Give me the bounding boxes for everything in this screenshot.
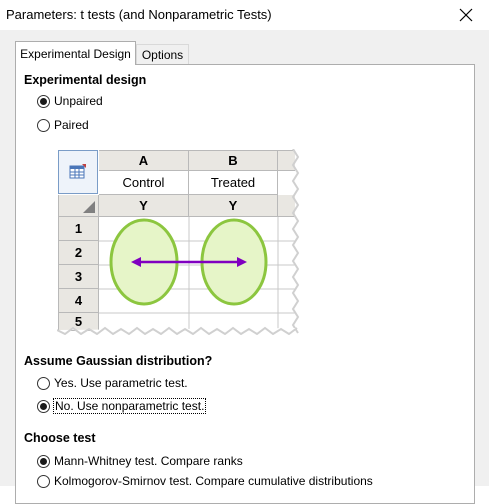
title-bar: Parameters: t tests (and Nonparametric T… [0, 0, 489, 30]
choose-test-heading: Choose test [24, 431, 96, 445]
paired-radio[interactable]: Paired [37, 118, 89, 132]
radio-label: Yes. Use parametric test. [54, 376, 188, 390]
tab-experimental-design[interactable]: Experimental Design [15, 41, 136, 65]
tab-label: Experimental Design [20, 46, 131, 61]
torn-edge [57, 149, 300, 335]
radio-indicator [37, 94, 50, 108]
data-table-illustration: A B Control Treated Y Y 1 2 3 4 5 [57, 149, 300, 335]
radio-label: Paired [54, 118, 89, 132]
radio-indicator [37, 454, 50, 468]
radio-label: Unpaired [54, 94, 103, 108]
window-title: Parameters: t tests (and Nonparametric T… [6, 7, 272, 22]
radio-indicator [37, 376, 50, 390]
mann-whitney-radio[interactable]: Mann-Whitney test. Compare ranks [37, 454, 243, 468]
close-icon [459, 8, 473, 22]
parametric-radio[interactable]: Yes. Use parametric test. [37, 376, 188, 390]
tab-panel: Experimental design Unpaired Paired A B … [15, 64, 475, 504]
tab-options[interactable]: Options [136, 44, 189, 65]
nonparametric-radio[interactable]: No. Use nonparametric test. [37, 398, 207, 414]
radio-label: No. Use nonparametric test. [52, 398, 207, 414]
close-button[interactable] [443, 0, 489, 30]
gaussian-heading: Assume Gaussian distribution? [24, 354, 213, 368]
radio-label: Mann-Whitney test. Compare ranks [54, 454, 243, 468]
tab-label: Options [141, 48, 184, 62]
experimental-design-heading: Experimental design [24, 73, 147, 87]
radio-indicator [37, 399, 50, 413]
radio-indicator [37, 118, 50, 132]
unpaired-radio[interactable]: Unpaired [37, 94, 103, 108]
